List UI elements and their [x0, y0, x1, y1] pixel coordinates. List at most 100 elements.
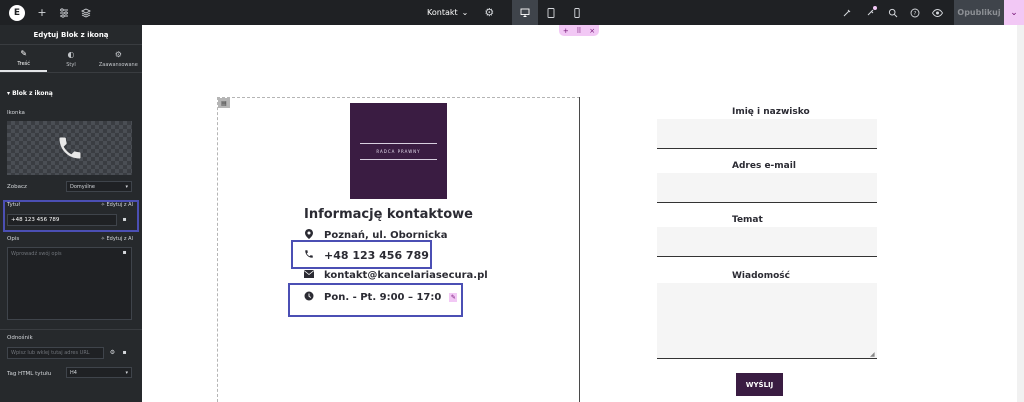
mobile-icon	[574, 7, 580, 18]
page-settings-gear-icon[interactable]: ⚙	[478, 0, 500, 25]
phone-row[interactable]: +48 123 456 789	[304, 249, 429, 262]
icon-picker[interactable]	[7, 121, 132, 175]
tablet-view-button[interactable]	[538, 0, 564, 25]
email-input[interactable]	[657, 173, 877, 202]
desktop-icon	[520, 8, 530, 17]
description-ai-label: Edytuj z AI	[106, 236, 133, 242]
link-label: Odnośnik	[7, 335, 33, 341]
email-input-underline	[657, 202, 877, 203]
description-label: Opis	[7, 236, 20, 242]
title-ai-label: Edytuj z AI	[106, 202, 133, 208]
publish-options-chevron-icon[interactable]: ⌄	[1004, 0, 1024, 25]
resize-handle-icon[interactable]: ◢	[870, 351, 875, 358]
logo-divider-line	[360, 158, 437, 160]
company-logo[interactable]: RADCA PRAWNY	[350, 103, 447, 199]
tab-content[interactable]: ✎ Treść	[0, 45, 48, 72]
view-label: Zobacz	[7, 184, 27, 190]
panel-tabs: ✎ Treść ◐ Styl ⚙ Zaawansowane	[0, 45, 142, 73]
message-label: Wiadomość	[732, 271, 790, 281]
tab-content-label: Treść	[17, 60, 31, 67]
html-tag-label: Tag HTML tytułu	[7, 371, 52, 377]
delete-section-icon[interactable]: ×	[589, 27, 595, 35]
ai-site-planner-icon[interactable]	[836, 0, 858, 25]
notification-dot	[873, 6, 877, 10]
search-icon[interactable]	[882, 0, 904, 25]
subject-label: Temat	[732, 215, 763, 225]
chevron-down-icon: ⌄	[461, 8, 469, 17]
phone-icon	[59, 137, 80, 159]
mobile-view-button[interactable]	[564, 0, 590, 25]
description-ai-button[interactable]: ✧ Edytuj z AI	[101, 236, 133, 242]
add-section-icon[interactable]: +	[563, 27, 569, 35]
name-label: Imię i nazwisko	[732, 107, 810, 117]
page-selector[interactable]: Kontakt ⌄	[427, 8, 468, 17]
view-select[interactable]: Domyślne ▾	[66, 181, 132, 192]
preview-canvas: + ⠿ × ▤ RADCA PRAWNY Informację kontakto…	[142, 25, 1024, 402]
svg-text:?: ?	[914, 11, 917, 17]
phone-text: +48 123 456 789	[324, 249, 429, 262]
link-input[interactable]: Wpisz lub wklej tutaj adres URL	[7, 347, 104, 359]
phone-icon	[304, 249, 314, 262]
contrast-icon: ◐	[67, 49, 75, 59]
ai-sparkle-icon: ✧	[100, 236, 105, 242]
layers-icon[interactable]	[75, 0, 97, 25]
add-element-icon[interactable]: +	[31, 0, 53, 25]
section-title: Blok z ikoną	[12, 90, 53, 97]
tab-advanced-label: Zaawansowane	[98, 61, 138, 68]
html-tag-value: H4	[70, 369, 77, 376]
section-toggle[interactable]: ▾ Blok z ikoną	[7, 90, 53, 97]
envelope-icon	[303, 270, 315, 281]
preview-eye-icon[interactable]	[926, 0, 948, 25]
caret-down-icon: ▾	[125, 369, 128, 376]
pencil-icon: ✎	[20, 48, 28, 58]
logo-text: RADCA PRAWNY	[376, 148, 421, 154]
caret-down-icon: ▾	[125, 183, 128, 190]
publish-button[interactable]: Opublikuj	[954, 0, 1004, 25]
page-name: Kontakt	[427, 8, 458, 17]
dynamic-tags-icon[interactable]: ▪	[120, 348, 129, 357]
name-input-underline	[657, 148, 877, 149]
view-select-value: Domyślne	[70, 183, 95, 190]
html-tag-select[interactable]: H4 ▾	[66, 367, 132, 378]
title-ai-button[interactable]: ✧ Edytuj z AI	[101, 202, 133, 208]
subject-input-underline	[657, 256, 877, 257]
tab-style[interactable]: ◐ Styl	[47, 45, 94, 72]
settings-sliders-icon[interactable]	[53, 0, 75, 25]
title-input[interactable]: +48 123 456 789	[7, 214, 117, 226]
contact-heading[interactable]: Informację kontaktowe	[304, 207, 473, 222]
edit-pencil-icon[interactable]: ✎	[449, 293, 458, 302]
dynamic-tags-icon[interactable]: ▪	[120, 215, 129, 224]
canvas-scrollbar[interactable]	[1017, 25, 1024, 402]
name-input[interactable]	[657, 119, 877, 148]
hours-row[interactable]: Pon. - Pt. 9:00 – 17:0 ✎	[304, 291, 458, 304]
link-settings-gear-icon[interactable]: ⚙	[108, 348, 117, 357]
notifications-icon[interactable]	[860, 0, 882, 25]
submit-button[interactable]: WYŚLIJ	[736, 373, 783, 396]
panel-title: Edytuj Blok z ikoną	[0, 25, 142, 45]
tab-style-label: Styl	[66, 61, 76, 68]
elementor-logo[interactable]: E	[9, 4, 25, 21]
help-icon[interactable]: ?	[904, 0, 926, 25]
editor-panel: Edytuj Blok z ikoną ✎ Treść ◐ Styl ⚙ Zaa…	[0, 25, 142, 402]
message-textarea[interactable]	[657, 283, 877, 358]
icon-label: Ikonka	[7, 110, 25, 116]
logo-divider-line	[360, 142, 437, 144]
hours-text: Pon. - Pt. 9:00 – 17:0	[324, 292, 442, 303]
column-handle-icon[interactable]: ▤	[218, 98, 230, 108]
desktop-view-button[interactable]	[512, 0, 539, 25]
gear-icon: ⚙	[114, 49, 122, 59]
drag-handle-icon[interactable]: ⠿	[576, 27, 581, 35]
dynamic-tags-icon[interactable]: ▪	[120, 248, 129, 257]
email-row[interactable]: kontakt@kancelariasecura.pl	[303, 270, 488, 281]
tablet-icon	[547, 7, 555, 18]
section-handle[interactable]: + ⠿ ×	[559, 25, 599, 36]
subject-input[interactable]	[657, 227, 877, 256]
column-separator	[579, 97, 580, 402]
panel-divider	[0, 329, 142, 330]
email-text: kontakt@kancelariasecura.pl	[324, 270, 488, 281]
clock-icon	[304, 291, 314, 304]
ai-sparkle-icon: ✧	[100, 202, 105, 208]
editor-topbar: E + Kontakt ⌄ ⚙ ? Opublikuj ⌄	[0, 0, 1024, 25]
tab-advanced[interactable]: ⚙ Zaawansowane	[95, 45, 142, 72]
description-textarea[interactable]: Wprowadź swój opis	[7, 247, 132, 320]
